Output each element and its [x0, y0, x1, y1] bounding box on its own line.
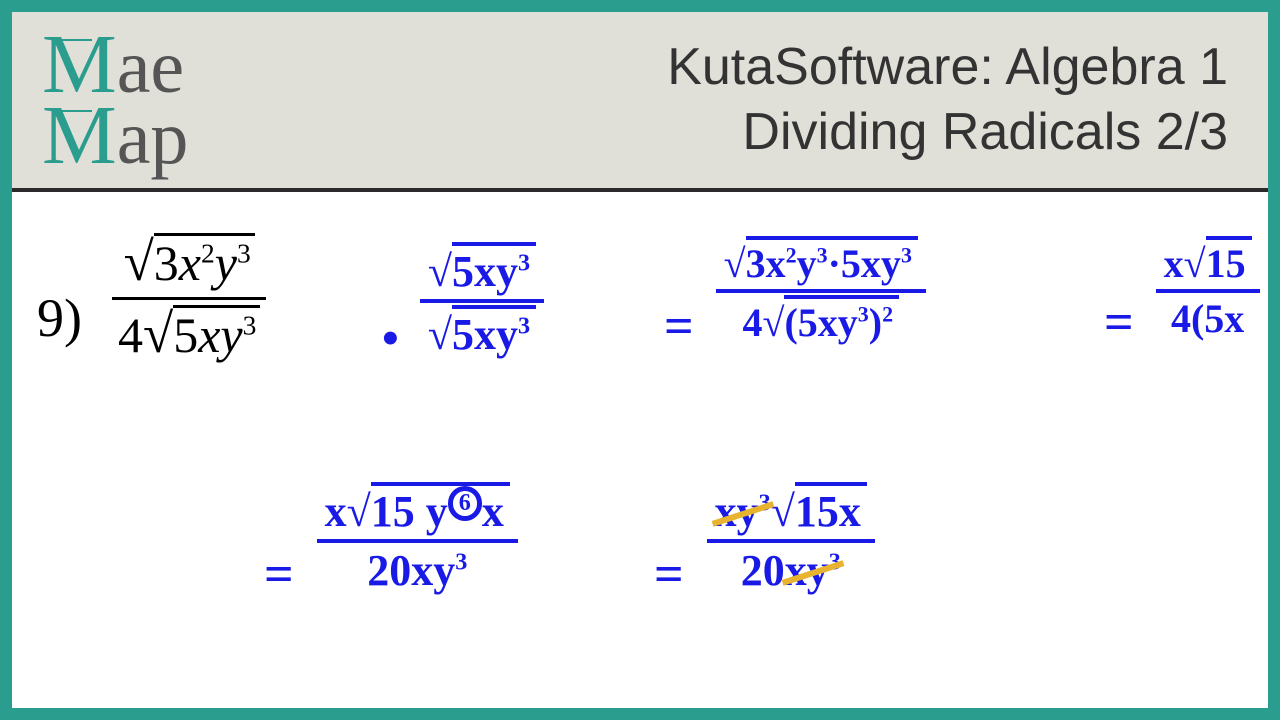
title-area: KutaSoftware: Algebra 1 Dividing Radical… — [228, 35, 1238, 165]
header-bar: M ae M ap KutaSoftware: Algebra 1 Dividi… — [12, 12, 1268, 192]
step1-den: 5xy3 — [452, 310, 530, 359]
step3-num-radicand: 15 — [1206, 241, 1246, 286]
printed-numerator: 3x2y3 — [154, 235, 251, 291]
step2-den-radicand: (5xy3)2 — [784, 300, 893, 345]
printed-denom-radicand: 5xy3 — [173, 307, 256, 363]
step2-num: 3x2y3·5xy3 — [746, 241, 912, 286]
logo-rest-2: ap — [117, 106, 189, 171]
hw-step-4: = x√15 y6x 20xy3 — [252, 482, 518, 604]
step5-num-strike: xy3 — [715, 487, 771, 536]
step1-num: 5xy3 — [452, 247, 530, 296]
hw-step-5: = xy3√15x 20xy3 — [642, 482, 875, 604]
title-line-1: KutaSoftware: Algebra 1 — [228, 35, 1228, 100]
step4-den: 20xy3 — [367, 546, 467, 595]
circled-exponent: 6 — [448, 486, 482, 520]
step5-num-radicand: 15x — [795, 487, 861, 536]
step3-den: 4(5x — [1171, 296, 1244, 341]
logo-row-2: M ap — [42, 100, 188, 171]
step5-den-coeff: 20 — [741, 546, 785, 595]
step4-num-coeff: x — [325, 487, 347, 536]
printed-expression: √3x2y3 4√5xy3 — [112, 232, 266, 364]
step2-den-coeff: 4 — [742, 300, 762, 345]
step4-rad-a: 15 y6x — [371, 487, 504, 536]
logo-letter-m2: M — [42, 100, 117, 171]
hw-step-3: = x√15 4(5x — [1092, 236, 1260, 352]
hw-step-1: • √5xy3 √5xy3 — [372, 242, 544, 366]
title-line-2: Dividing Radicals 2/3 — [228, 100, 1228, 165]
hw-step-2: = √3x2y3·5xy3 4√(5xy3)2 — [652, 236, 926, 356]
problem-number: 9) — [37, 287, 82, 349]
step3-num-coeff: x — [1164, 241, 1184, 286]
content-area: 9) √3x2y3 4√5xy3 • √5xy3 √5xy3 = √3x2y3·… — [12, 192, 1268, 708]
printed-denom-coeff: 4 — [118, 307, 143, 363]
logo: M ae M ap — [42, 29, 188, 172]
step5-den-strike: xy3 — [785, 546, 841, 595]
logo-rest-1: ae — [117, 35, 184, 100]
